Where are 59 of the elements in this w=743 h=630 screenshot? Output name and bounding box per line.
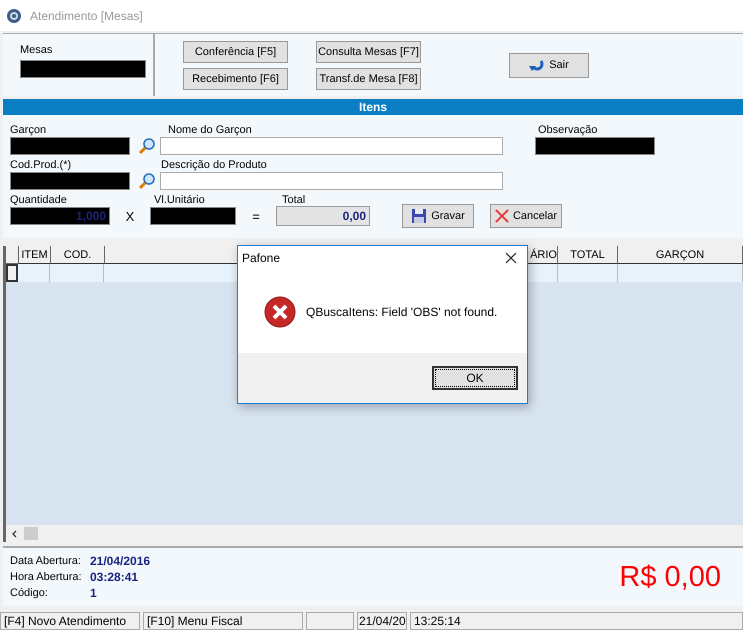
table-cell — [18, 264, 50, 282]
action-button[interactable]: Consulta Mesas [F7] — [316, 40, 421, 62]
window-title: Atendimento [Mesas] — [30, 8, 143, 22]
cod-field[interactable] — [10, 172, 130, 190]
column-header[interactable]: ITEM — [19, 246, 51, 264]
cross-icon — [495, 208, 509, 224]
section-header: Itens — [3, 99, 743, 115]
mesas-field[interactable] — [20, 60, 146, 78]
multiply-sign: X — [124, 208, 136, 224]
field-label: Nome do Garçon — [168, 124, 253, 136]
app-icon — [6, 8, 22, 24]
action-button[interactable]: Recebimento [F6] — [183, 68, 288, 90]
column-header[interactable]: COD. — [51, 246, 105, 264]
status-panel — [306, 612, 354, 630]
dialog-title: Pafone — [242, 251, 280, 265]
table-cell — [558, 264, 618, 282]
equals-sign: = — [251, 208, 261, 224]
field-label: Observação — [538, 124, 598, 136]
field-label: Garçon — [10, 124, 48, 136]
total-amount: R$ 0,00 — [619, 560, 721, 594]
unitario-field[interactable] — [150, 207, 236, 225]
error-icon — [264, 296, 296, 328]
search-icon[interactable] — [138, 137, 156, 155]
info-label: Código: — [10, 587, 49, 599]
status-panel: [F4] Novo Atendimento — [0, 612, 140, 630]
info-value: 1 — [90, 586, 97, 600]
table-cell — [50, 264, 104, 282]
field-label: Quantidade — [10, 194, 68, 206]
exit-button[interactable]: Sair — [509, 52, 589, 78]
total-field: 0,00 — [276, 206, 370, 226]
column-header[interactable]: GARÇON — [618, 246, 743, 264]
row-indicator[interactable] — [6, 264, 18, 282]
return-arrow-icon — [529, 58, 546, 72]
observacao-field[interactable] — [535, 137, 655, 155]
info-label: Data Abertura: — [10, 555, 82, 567]
status-panel: [F10] Menu Fiscal — [143, 612, 303, 630]
status-panel: 21/04/20 — [357, 612, 407, 630]
info-label: Hora Abertura: — [10, 571, 83, 583]
field-label: Mesas — [20, 44, 54, 56]
scrollbar-thumb[interactable] — [24, 527, 38, 540]
cancel-button[interactable]: Cancelar — [490, 204, 562, 228]
action-button[interactable]: Conferência [F5] — [183, 40, 288, 62]
close-icon[interactable] — [505, 252, 517, 264]
dialog-message: QBuscaItens: Field 'OBS' not found. — [306, 304, 498, 318]
field-label: Cod.Prod.(*) — [10, 159, 72, 171]
save-button[interactable]: Gravar — [402, 204, 474, 228]
garcon-field[interactable] — [10, 137, 130, 155]
info-value: 21/04/2016 — [90, 554, 150, 568]
action-button[interactable]: Transf.de Mesa [F8] — [316, 68, 421, 90]
column-header[interactable]: TOTAL — [558, 246, 618, 264]
field-label: Vl.Unitário — [154, 194, 206, 206]
ok-button[interactable]: OK — [432, 366, 518, 390]
field-label: Total — [282, 194, 306, 206]
nome-field[interactable] — [160, 137, 503, 155]
info-value: 03:28:41 — [90, 570, 138, 584]
descricao-field[interactable] — [160, 172, 503, 190]
status-panel: 13:25:14 — [410, 612, 743, 630]
search-icon[interactable] — [138, 172, 156, 190]
field-label: Descrição do Produto — [161, 159, 267, 171]
